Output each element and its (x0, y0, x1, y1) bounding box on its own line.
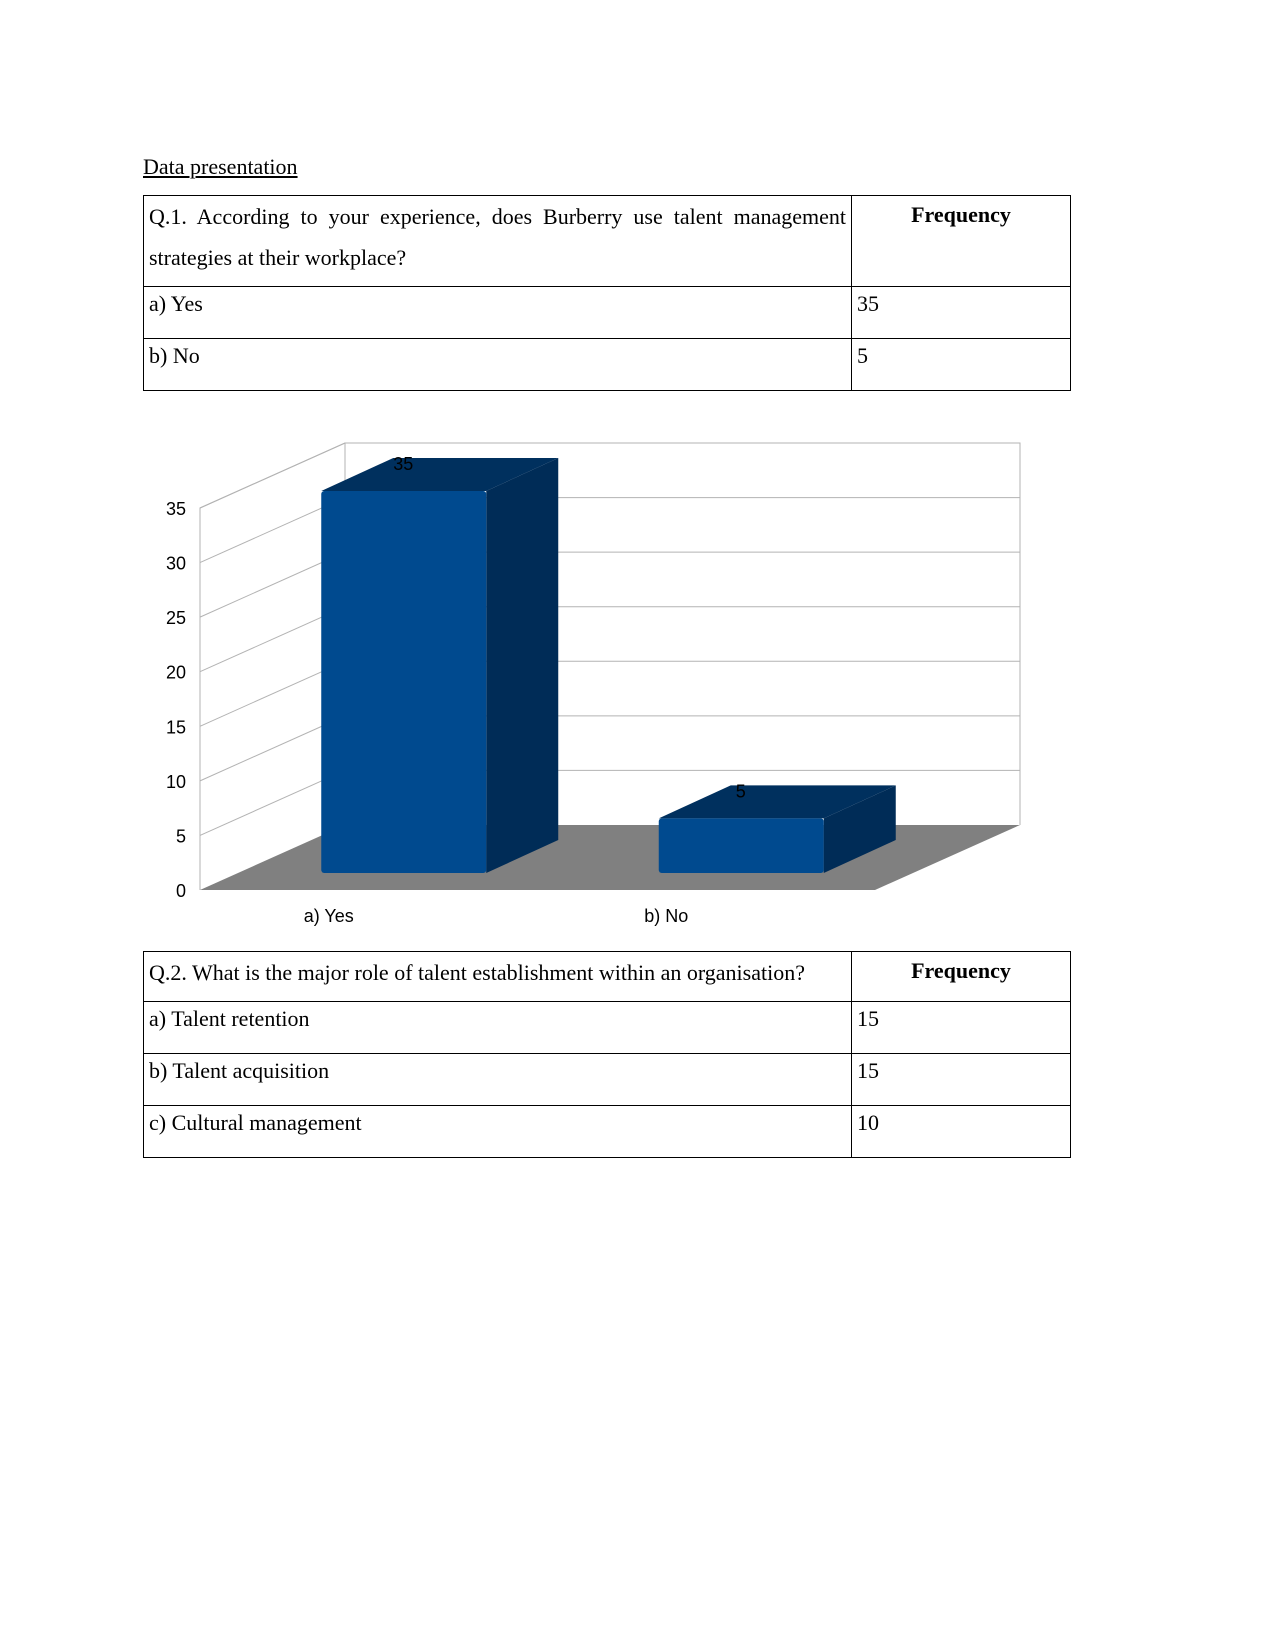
y-axis-ticks: 0 5 10 15 20 25 30 35 (166, 499, 186, 901)
table-row: c) Cultural management 10 (143, 1105, 1071, 1158)
y-tick-label: 10 (166, 772, 186, 792)
x-tick-label: a) Yes (304, 906, 354, 926)
option-label: b) No (143, 338, 852, 391)
y-tick-label: 20 (166, 663, 186, 683)
option-label: a) Yes (143, 286, 852, 339)
q2-header-row: Q.2. What is the major role of talent es… (143, 951, 1071, 1002)
bar-0 (321, 458, 559, 873)
y-tick-label: 35 (166, 499, 186, 519)
section-heading: Data presentation (143, 154, 298, 179)
y-tick-label: 0 (176, 881, 186, 901)
q1-question: Q.1. According to your experience, does … (143, 195, 852, 287)
y-tick-label: 15 (166, 717, 186, 737)
option-frequency: 5 (851, 338, 1071, 391)
y-tick-label: 25 (166, 608, 186, 628)
data-label: 35 (393, 454, 413, 474)
table-row: b) No 5 (143, 338, 1071, 391)
q2-question: Q.2. What is the major role of talent es… (143, 951, 852, 1002)
option-frequency: 15 (851, 1053, 1071, 1106)
q1-header-row: Q.1. According to your experience, does … (143, 195, 1071, 287)
option-label: b) Talent acquisition (143, 1053, 852, 1106)
x-axis-ticks: a) Yes b) No (304, 906, 689, 926)
y-tick-label: 5 (176, 826, 186, 846)
option-frequency: 35 (851, 286, 1071, 339)
bar-front (321, 491, 487, 873)
q2-table: Q.2. What is the major role of talent es… (143, 951, 1071, 1158)
option-frequency: 15 (851, 1001, 1071, 1054)
q2-frequency-header: Frequency (851, 951, 1071, 1002)
option-label: c) Cultural management (143, 1105, 852, 1158)
table-row: a) Talent retention 15 (143, 1001, 1071, 1054)
data-label: 5 (736, 781, 746, 801)
bar-front (658, 818, 824, 873)
x-tick-label: b) No (644, 906, 688, 926)
option-label: a) Talent retention (143, 1001, 852, 1054)
q1-bar-chart: 0 5 10 15 20 25 30 35 a) Yes b) No 35 5 (166, 442, 1021, 926)
bar-side (486, 458, 559, 873)
q1-table: Q.1. According to your experience, does … (143, 195, 1071, 391)
table-row: b) Talent acquisition 15 (143, 1053, 1071, 1106)
chart-bars (321, 458, 896, 873)
q1-frequency-header: Frequency (851, 195, 1071, 287)
option-frequency: 10 (851, 1105, 1071, 1158)
y-tick-label: 30 (166, 554, 186, 574)
table-row: a) Yes 35 (143, 286, 1071, 339)
